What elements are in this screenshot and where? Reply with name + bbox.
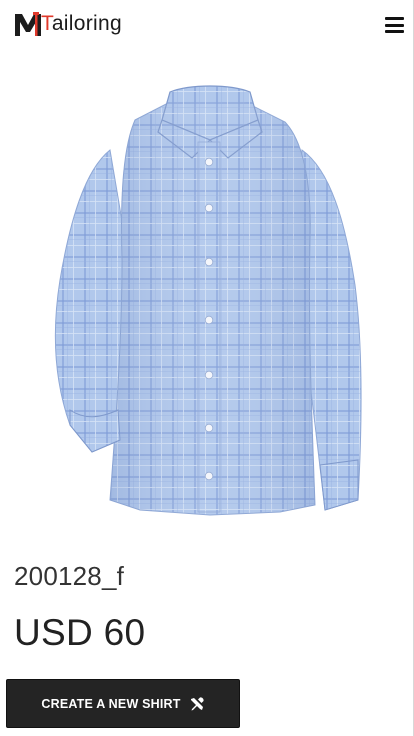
- create-new-shirt-label: CREATE A NEW SHIRT: [41, 696, 181, 711]
- product-code: 200128_f: [14, 561, 125, 591]
- product-page: Tailoring 200128_f USD 60 CREATE A NEW S…: [0, 0, 414, 736]
- brand-logo[interactable]: Tailoring: [13, 8, 122, 38]
- create-new-shirt-button[interactable]: CREATE A NEW SHIRT: [6, 679, 240, 728]
- hamburger-menu-icon[interactable]: [385, 17, 404, 33]
- logo-text: Tailoring: [41, 12, 122, 38]
- tools-icon: [190, 696, 204, 710]
- logo-wordmark: ailoring: [51, 12, 122, 35]
- product-price: USD 60: [14, 612, 146, 653]
- shirt-image: [54, 85, 362, 516]
- logo-mark-icon: [15, 12, 41, 36]
- top-bar: Tailoring: [0, 0, 413, 46]
